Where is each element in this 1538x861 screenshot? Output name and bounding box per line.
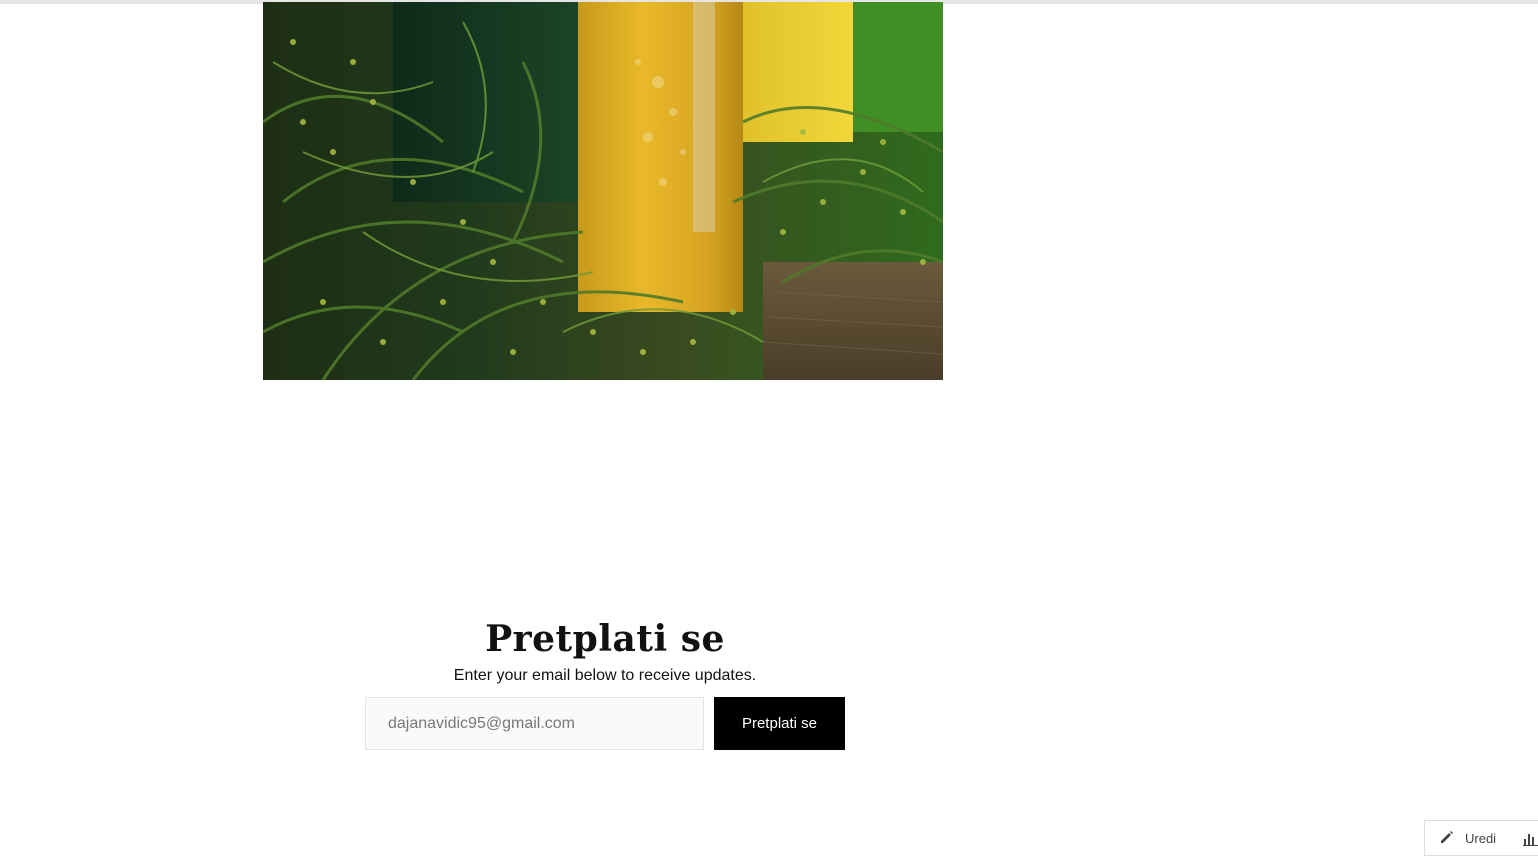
pencil-icon	[1439, 829, 1455, 848]
herbs-bottles-photo	[263, 2, 943, 380]
subscribe-button[interactable]: Pretplati se	[714, 697, 845, 750]
bar-chart-icon[interactable]	[1523, 831, 1538, 850]
edit-button[interactable]: Uredi	[1425, 821, 1496, 855]
subscribe-subtitle: Enter your email below to receive update…	[453, 667, 757, 684]
hero-image	[263, 2, 943, 380]
email-input[interactable]	[365, 697, 704, 750]
edit-label: Uredi	[1465, 830, 1497, 846]
subscribe-title: Pretplati se	[485, 618, 725, 660]
edit-widget: Uredi	[1424, 820, 1538, 856]
